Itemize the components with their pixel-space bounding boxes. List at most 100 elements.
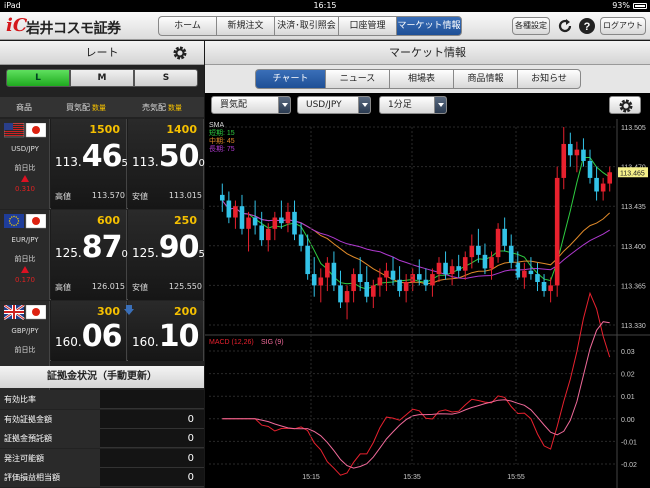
high-price: 高値 126.015: [55, 282, 125, 293]
margin-label: 発注可能額: [0, 448, 100, 468]
margin-row: 証拠金預託額 0: [0, 429, 204, 448]
macd-tick-label: -0.01: [621, 439, 637, 446]
market-tab[interactable]: チャート: [255, 69, 325, 89]
nav-tab[interactable]: 決済･取引照会: [274, 16, 338, 36]
hl-value: 113.570: [91, 191, 125, 200]
y-tick-label: 113.435: [621, 204, 646, 211]
bid-amount: 600: [97, 214, 120, 227]
pair-select[interactable]: USD/JPY: [297, 96, 371, 114]
lot-tab-s[interactable]: S: [134, 69, 198, 87]
side-select[interactable]: 買気配: [211, 96, 291, 114]
ask-quote-button[interactable]: 1400 113.500 安値 113.015: [128, 119, 205, 209]
current-price-label: 113.465: [620, 170, 645, 177]
high-price: 高値 113.570: [55, 191, 125, 202]
hl-label: 高値: [55, 283, 71, 292]
arrow-up-icon: [21, 266, 29, 273]
prev-day-label: 前日比: [14, 164, 36, 172]
chart-gear-icon: [619, 99, 633, 113]
candle-body: [456, 266, 461, 271]
rate-row-usdjpy[interactable]: USD/JPY 前日比 0.310 1500 113.465 高値 113.570 1400 1…: [0, 119, 205, 209]
candle-body: [397, 279, 402, 292]
candle-body: [331, 262, 337, 286]
candle-body: [443, 262, 448, 275]
logout-button[interactable]: ログアウト: [600, 17, 646, 35]
nav-tab[interactable]: ホーム: [158, 16, 216, 36]
pair-info: USD/JPY 前日比 0.310: [0, 119, 50, 209]
candle-body: [318, 277, 324, 286]
price-prefix: 125.: [132, 246, 159, 260]
indicator-label: SMA: [209, 122, 225, 129]
chart-settings-button[interactable]: [609, 96, 641, 114]
candle-body: [403, 282, 409, 292]
rate-panel-header: レート: [0, 41, 204, 65]
candle-body: [548, 285, 553, 292]
nav-tab[interactable]: 口座管理: [338, 16, 396, 36]
interval-select[interactable]: 1分足: [379, 96, 447, 114]
candle-body: [568, 143, 573, 156]
lot-tab-l[interactable]: L: [6, 69, 70, 87]
price-prefix: 125.: [55, 246, 82, 260]
margin-status-header[interactable]: 証拠金状況（手動更新）: [0, 366, 204, 388]
hl-label: 安値: [132, 283, 148, 292]
price-pips: 50: [158, 139, 200, 174]
currency-flags-icon: [4, 305, 46, 321]
lot-tab-m[interactable]: M: [70, 69, 134, 87]
rate-column-header: 商品 買気配 数量 売気配 数量: [0, 97, 204, 117]
candle-body: [522, 270, 527, 278]
candle-body: [364, 282, 370, 297]
price-pips: 06: [81, 319, 123, 354]
candle-body: [541, 282, 547, 292]
candle-body: [272, 217, 278, 229]
candle-body: [233, 206, 238, 218]
macd-line: [222, 291, 611, 476]
market-tab[interactable]: お知らせ: [517, 69, 581, 89]
hl-value: 125.550: [168, 282, 202, 291]
price-pips: 90: [158, 230, 200, 265]
candle-body: [265, 228, 271, 241]
y-tick-label: 113.505: [621, 125, 646, 132]
candle-body: [371, 285, 376, 297]
candle-body: [384, 270, 389, 278]
ask-quote-button[interactable]: 250 125.905 安値 125.550: [128, 210, 205, 300]
bid-quote-button[interactable]: 300 160.06: [51, 301, 127, 361]
chevron-down-icon: [358, 97, 370, 113]
rate-row-eurjpy[interactable]: EUR/JPY 前日比 0.170 600 125.870 高値 126.015 250 125…: [0, 210, 205, 300]
candle-body: [600, 183, 606, 192]
market-tab[interactable]: 相場表: [389, 69, 453, 89]
candle-body: [489, 257, 494, 269]
price-pips: 10: [158, 319, 200, 354]
candle-body: [430, 274, 435, 286]
market-tab[interactable]: 商品情報: [453, 69, 517, 89]
margin-label: 有効証拠金額: [0, 409, 100, 429]
macd-label: MACD (12,26): [209, 339, 254, 346]
refresh-icon[interactable]: [556, 17, 574, 35]
rate-settings-gear-icon[interactable]: [172, 45, 188, 61]
nav-tab[interactable]: マーケット情報: [396, 16, 462, 36]
rate-row-gbpjpy[interactable]: GBP/JPY 前日比 300 160.06 200 160.10: [0, 301, 204, 391]
y-tick-label: 113.365: [621, 283, 646, 290]
ask-quote-button[interactable]: 200 160.10: [128, 301, 204, 361]
sig-label: SIG (9): [261, 339, 284, 346]
margin-row: 評価損益相当額 0: [0, 468, 204, 487]
currency-flags-icon: [4, 123, 46, 138]
sma-line-2: [221, 200, 610, 280]
sma-legend-item: 中期: 45: [209, 136, 235, 145]
help-icon[interactable]: ?: [578, 17, 596, 35]
bid-quote-button[interactable]: 600 125.870 高値 126.015: [51, 210, 128, 300]
price-chart[interactable]: 113.505113.470113.435113.400113.365113.3…: [205, 119, 650, 488]
bid-amount: 1500: [89, 123, 120, 136]
macd-tick-label: 0.02: [621, 372, 635, 379]
margin-value: 0: [187, 433, 194, 444]
battery-icon: [633, 3, 647, 9]
nav-tab[interactable]: 新規注文: [216, 16, 274, 36]
market-tab[interactable]: ニュース: [325, 69, 389, 89]
candle-body: [423, 279, 429, 286]
bid-quote-button[interactable]: 1500 113.465 高値 113.570: [51, 119, 128, 209]
candle-body: [344, 291, 350, 303]
col-bid: 買気配 数量: [66, 103, 106, 112]
candle-body: [574, 149, 580, 156]
clock: 16:15: [313, 1, 337, 10]
price-fraction: 5: [198, 249, 205, 260]
settings-button[interactable]: 各種設定: [512, 17, 550, 35]
candle-body: [246, 217, 251, 229]
